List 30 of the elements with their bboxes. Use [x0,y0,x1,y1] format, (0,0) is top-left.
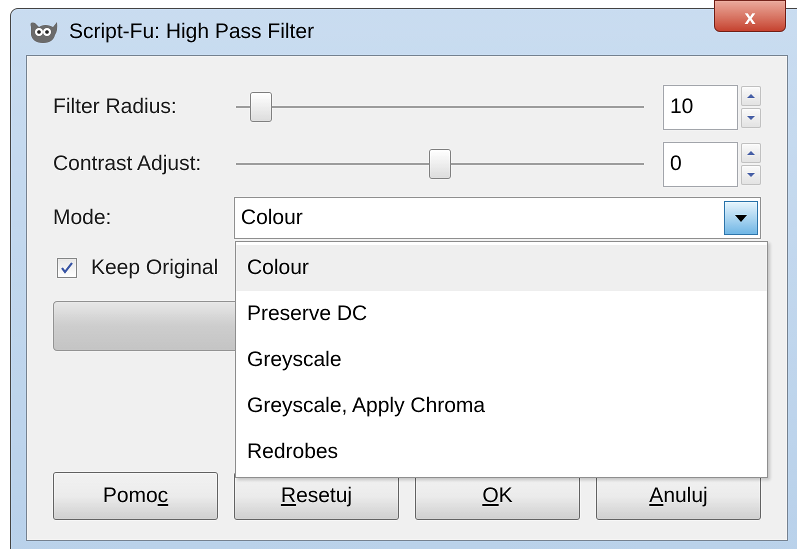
checkbox-label: Keep Original [91,255,218,282]
spin-down-button[interactable] [741,165,761,185]
dropdown-option[interactable]: Colour [236,245,767,291]
down-arrow-icon [746,172,756,178]
mode-label: Mode: [53,205,112,232]
checkbox[interactable] [57,258,77,278]
slider-label: Filter Radius: [53,94,178,120]
number-field[interactable]: 10 [663,84,738,130]
up-arrow-icon [746,150,756,156]
slider-thumb[interactable] [429,149,452,179]
number-field[interactable]: 0 [663,142,738,186]
dropdown-option[interactable]: Greyscale, Apply Chroma [236,383,767,429]
dropdown-arrow-button[interactable] [724,201,758,235]
down-arrow-icon [746,115,756,121]
spin-down-button[interactable] [741,108,761,128]
up-arrow-icon [746,93,756,99]
dropdown-option[interactable]: Preserve DC [236,291,767,337]
slider-track[interactable] [236,149,644,179]
slider-label: Contrast Adjust: [53,151,202,178]
caret-icon [735,214,747,222]
dropdown-option[interactable]: Redrobes [236,429,767,475]
spin-up-button[interactable] [741,86,761,106]
slider-track[interactable] [236,92,644,122]
dropdown-option[interactable]: Greyscale [236,337,767,383]
dropdown-value: Colour [240,205,303,232]
slider-thumb[interactable] [250,92,272,122]
window-title: Script-Fu: High Pass Filter [69,19,314,46]
mode-dropdown[interactable]: Colour [234,197,761,239]
dialog-button[interactable]: Pomoc [53,472,218,520]
spin-up-button[interactable] [741,143,761,163]
